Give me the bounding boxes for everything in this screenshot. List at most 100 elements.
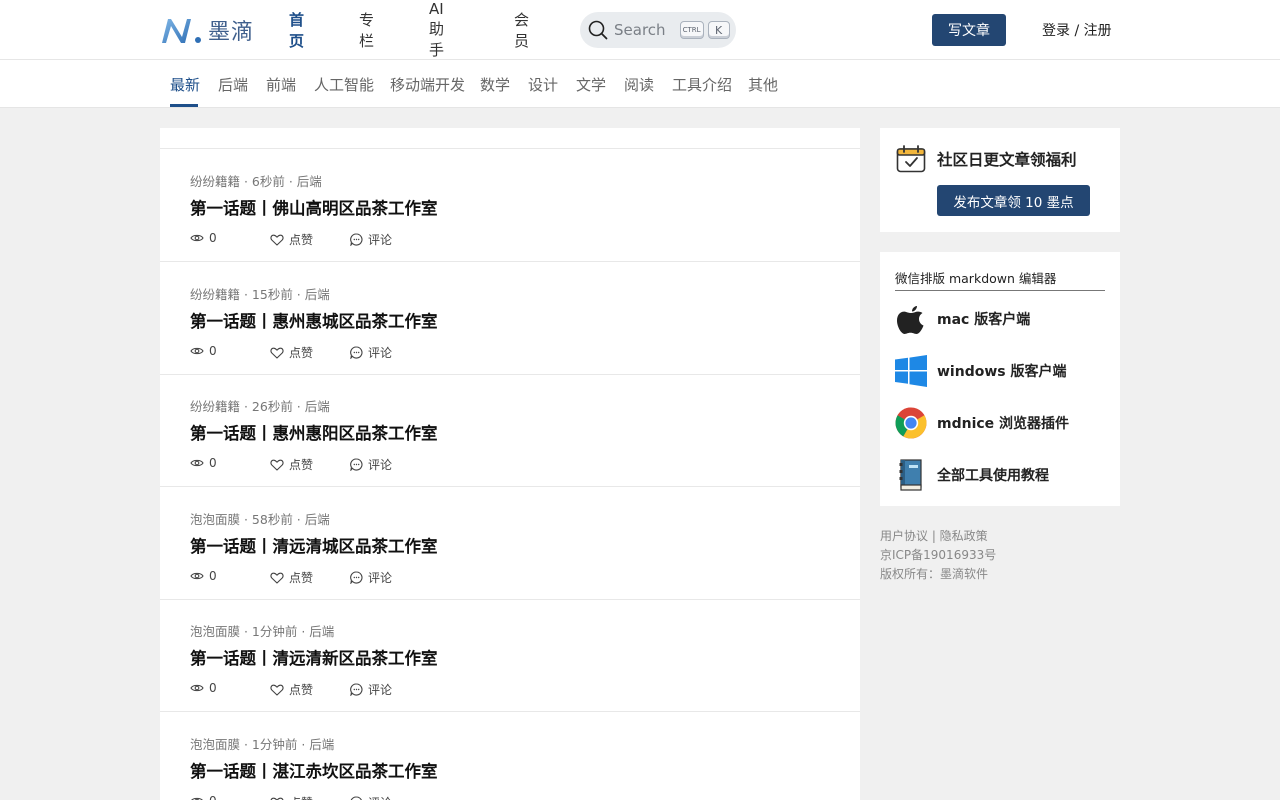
article-meta: 泡泡面膜 · 58秒前 · 后端 [190, 512, 330, 527]
k-key-hint: K [707, 21, 730, 39]
tool-mac-client[interactable]: mac 版客户端 [895, 301, 1110, 337]
view-count-value: 0 [209, 569, 217, 583]
view-count: 0 [190, 569, 217, 583]
like-label: 点赞 [289, 346, 314, 360]
tool-tutorials[interactable]: 全部工具使用教程 [895, 457, 1110, 493]
legal-links[interactable]: 用户协议 | 隐私政策 [880, 527, 996, 546]
nav-columns[interactable]: 专栏 [359, 9, 374, 51]
like-button[interactable]: 点赞 [270, 344, 313, 361]
article-feed: 纷纷籍籍 · 6秒前 · 后端 第一话题丨佛山高明区品茶工作室 0 点赞 评论 纷纷籍籍 … [160, 128, 860, 800]
tool-label: windows 版客户端 [937, 364, 1067, 380]
category-ai[interactable]: 人工智能 [314, 74, 374, 95]
view-count: 0 [190, 456, 217, 470]
active-category-underline [170, 104, 198, 107]
ctrl-key-hint: CTRL [679, 21, 704, 39]
article-item[interactable]: 纷纷籍籍 · 6秒前 · 后端 第一话题丨佛山高明区品茶工作室 0 点赞 评论 [160, 149, 860, 262]
logo-icon [162, 19, 201, 43]
article-meta: 纷纷籍籍 · 15秒前 · 后端 [190, 287, 330, 302]
search-box[interactable]: Search CTRL K [580, 12, 736, 48]
article-item[interactable]: 泡泡面膜 · 1分钟前 · 后端 第一话题丨清远清新区品茶工作室 0 点赞 评论 [160, 599, 860, 712]
comment-button[interactable]: 评论 [350, 456, 392, 473]
nav-home[interactable]: 首页 [289, 9, 304, 51]
article-item[interactable]: 泡泡面膜 · 1分钟前 · 后端第一话题丨湛江赤坎区品茶工作室 0 点赞 评论 [160, 712, 860, 800]
comment-label: 评论 [368, 458, 393, 472]
comment-icon [350, 683, 363, 696]
article-actions: 0 点赞 评论 [190, 456, 490, 472]
view-count: 0 [190, 681, 217, 695]
category-mobile[interactable]: 移动端开发 [390, 74, 465, 95]
article-title[interactable]: 第一话题丨惠州惠阳区品茶工作室 [190, 420, 438, 444]
tools-heading: 微信排版 markdown 编辑器 [895, 268, 1105, 291]
category-design[interactable]: 设计 [528, 74, 558, 95]
like-label: 点赞 [289, 794, 313, 800]
eye-icon [190, 684, 204, 692]
comment-icon [350, 346, 363, 359]
tools-card: 微信排版 markdown 编辑器 mac 版客户端 windows 版客户端 … [880, 252, 1120, 506]
heart-icon [270, 234, 284, 246]
copyright: 版权所有：墨滴软件 [880, 567, 989, 581]
comment-label: 评论 [368, 683, 393, 697]
article-meta: 纷纷籍籍 · 6秒前 · 后端 [190, 174, 322, 189]
promo-card: 社区日更文章领福利 发布文章领 10 墨点 [880, 128, 1120, 232]
search-placeholder: Search [614, 21, 666, 39]
heart-icon [270, 684, 284, 696]
eye-icon [190, 459, 204, 467]
category-backend[interactable]: 后端 [218, 74, 248, 95]
eye-icon [190, 347, 204, 355]
article-item[interactable]: 纷纷籍籍 · 15秒前 · 后端第一话题丨惠州惠城区品茶工作室 0 点赞 评论 [160, 262, 860, 375]
article-actions: 0 点赞 评论 [190, 231, 490, 247]
nav-ai-assistant[interactable]: AI助手 [429, 0, 444, 60]
like-button[interactable]: 点赞 [270, 456, 313, 473]
publish-reward-button[interactable]: 发布文章领 10 墨点 [937, 185, 1090, 216]
article-meta: 泡泡面膜 · 1分钟前 · 后端 [190, 737, 335, 752]
category-math[interactable]: 数学 [480, 74, 510, 95]
article-title[interactable]: 第一话题丨清远清城区品茶工作室 [190, 533, 438, 557]
logo[interactable]: 墨滴 [160, 14, 254, 46]
tool-browser-extension[interactable]: mdnice 浏览器插件 [895, 405, 1110, 441]
calendar-check-icon [896, 145, 926, 173]
category-literature[interactable]: 文学 [576, 74, 606, 95]
search-icon [588, 20, 608, 40]
category-other[interactable]: 其他 [748, 74, 778, 95]
like-button[interactable]: 点赞 [270, 794, 313, 800]
article-meta: 纷纷籍籍 · 26秒前 · 后端 [190, 399, 330, 414]
tool-label: mdnice 浏览器插件 [937, 416, 1070, 432]
view-count-value: 0 [209, 344, 217, 358]
article-actions: 0 点赞 评论 [190, 344, 490, 360]
heart-icon [270, 459, 284, 471]
comment-icon [350, 571, 363, 584]
like-button[interactable]: 点赞 [270, 681, 313, 698]
article-item[interactable]: 纷纷籍籍 · 26秒前 · 后端第一话题丨惠州惠阳区品茶工作室 0 点赞 评论 [160, 374, 860, 487]
comment-button[interactable]: 评论 [350, 569, 392, 586]
category-reading[interactable]: 阅读 [624, 74, 654, 95]
article-item[interactable]: 泡泡面膜 · 58秒前 · 后端第一话题丨清远清城区品茶工作室 0 点赞 评论 [160, 487, 860, 600]
like-button[interactable]: 点赞 [270, 231, 313, 248]
category-bar: 最新 后端 前端 人工智能 移动端开发 数学 设计 文学 阅读 工具介绍 其他 [0, 60, 1280, 108]
article-title[interactable]: 第一话题丨惠州惠城区品茶工作室 [190, 308, 438, 332]
tool-windows-client[interactable]: windows 版客户端 [895, 353, 1110, 389]
comment-icon [350, 233, 363, 246]
login-register-link[interactable]: 登录 / 注册 [1042, 20, 1112, 40]
category-frontend[interactable]: 前端 [266, 74, 296, 95]
comment-button[interactable]: 评论 [350, 344, 392, 361]
view-count-value: 0 [209, 456, 217, 470]
windows-icon [895, 355, 927, 387]
comment-button[interactable]: 评论 [350, 794, 392, 800]
nav-membership[interactable]: 会员 [514, 9, 529, 51]
apple-icon [897, 306, 924, 334]
like-button[interactable]: 点赞 [270, 569, 313, 586]
book-icon [899, 459, 922, 491]
write-article-button[interactable]: 写文章 [932, 14, 1006, 46]
eye-icon [191, 797, 203, 800]
category-tools[interactable]: 工具介绍 [672, 74, 732, 95]
article-title[interactable]: 第一话题丨佛山高明区品茶工作室 [190, 195, 438, 219]
comment-button[interactable]: 评论 [350, 231, 392, 248]
category-latest[interactable]: 最新 [170, 74, 200, 95]
article-title[interactable]: 第一话题丨湛江赤坎区品茶工作室 [190, 758, 438, 782]
article-actions: 0 点赞 评论 [190, 569, 490, 585]
comment-button[interactable]: 评论 [350, 681, 392, 698]
like-label: 点赞 [289, 571, 314, 585]
article-title[interactable]: 第一话题丨清远清新区品茶工作室 [190, 645, 438, 669]
heart-icon [270, 797, 284, 800]
comment-label: 评论 [368, 233, 393, 247]
